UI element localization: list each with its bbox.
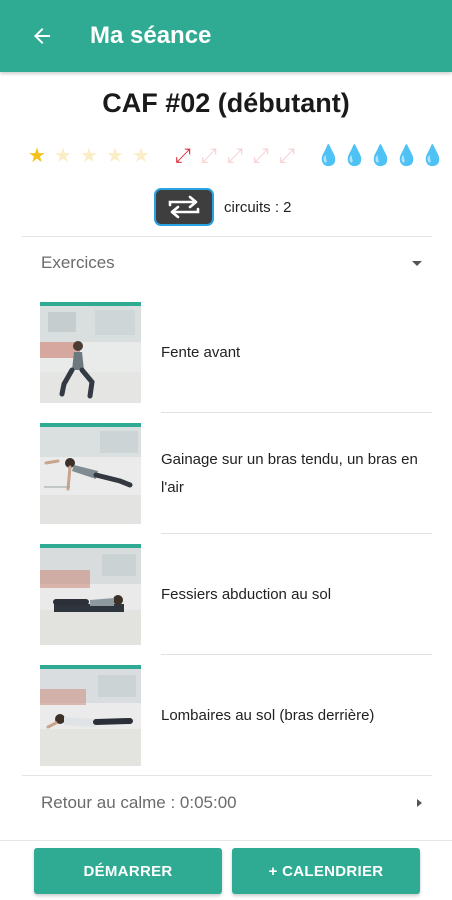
drop-icon: 💧 — [342, 145, 367, 167]
star-icon: ★ — [132, 145, 150, 167]
session-title: CAF #02 (débutant) — [102, 88, 350, 118]
repeat-icon — [168, 195, 200, 219]
exercise-thumbnail — [40, 665, 141, 766]
cooldown-label: Retour au calme : 0:05:00 — [41, 793, 237, 812]
app-bar-title: Ma séance — [90, 22, 212, 49]
exercise-item[interactable]: Fessiers abduction au sol — [40, 544, 432, 665]
exercise-list: Fente avant Gainage sur un bras tendu, u… — [40, 302, 432, 786]
drop-icon: 💧 — [368, 145, 393, 167]
exercise-name: Lombaires au sol (bras derrière) — [161, 706, 375, 724]
circuits-count: circuits : 2 — [224, 198, 292, 216]
star-icon: ★ — [106, 145, 124, 167]
exercise-item[interactable]: Gainage sur un bras tendu, un bras en l'… — [40, 423, 432, 544]
expand-arrows-icon: ⤢ — [253, 145, 269, 167]
expand-arrows-icon: ⤢ — [201, 145, 217, 167]
divider — [161, 412, 432, 413]
exercise-name: Fente avant — [161, 343, 241, 361]
arrow-left-icon — [34, 28, 50, 44]
divider — [161, 533, 432, 534]
drop-icon: 💧 — [316, 145, 341, 167]
divider — [0, 840, 452, 841]
drop-icon: 💧 — [420, 145, 445, 167]
start-button[interactable]: DÉMARRER — [34, 848, 222, 894]
cooldown-row[interactable]: Retour au calme : 0:05:00 — [22, 782, 432, 824]
exercise-thumbnail — [40, 302, 141, 403]
app-bar: Ma séance — [0, 0, 452, 72]
divider — [22, 775, 432, 776]
caret-down-icon — [412, 260, 422, 266]
exercise-thumbnail — [40, 544, 141, 645]
chevron-right-icon — [417, 799, 422, 807]
add-to-calendar-button[interactable]: + CALENDRIER — [232, 848, 420, 894]
exercise-item[interactable]: Fente avant — [40, 302, 432, 423]
repeat-button[interactable] — [154, 188, 214, 226]
exercise-name: Fessiers abduction au sol — [161, 585, 332, 603]
exercise-item[interactable]: Lombaires au sol (bras derrière) — [40, 665, 432, 786]
exercise-name: Gainage sur un bras tendu, un bras en l'… — [161, 450, 418, 496]
exercises-header: Exercices — [41, 253, 115, 272]
drop-icon: 💧 — [394, 145, 419, 167]
sweat-rating: 💧 💧 💧 💧 💧 — [316, 145, 445, 167]
difficulty-rating: ★ ★ ★ ★ ★ — [26, 145, 152, 167]
exercise-thumbnail — [40, 423, 141, 524]
expand-arrows-icon: ⤢ — [279, 145, 295, 167]
back-button[interactable] — [22, 16, 62, 56]
expand-arrows-icon: ⤢ — [175, 145, 191, 167]
star-icon: ★ — [54, 145, 72, 167]
expand-arrows-icon: ⤢ — [227, 145, 243, 167]
divider — [22, 236, 432, 237]
circuits-info: circuits : 2 — [154, 188, 292, 226]
divider — [161, 654, 432, 655]
star-icon: ★ — [28, 145, 46, 167]
exercises-section-toggle[interactable]: Exercices — [22, 244, 432, 282]
star-icon: ★ — [80, 145, 98, 167]
session-ratings: ★ ★ ★ ★ ★ ⤢ ⤢ ⤢ ⤢ ⤢ 💧 💧 💧 💧 💧 — [26, 142, 445, 170]
intensity-rating: ⤢ ⤢ ⤢ ⤢ ⤢ — [172, 145, 298, 167]
